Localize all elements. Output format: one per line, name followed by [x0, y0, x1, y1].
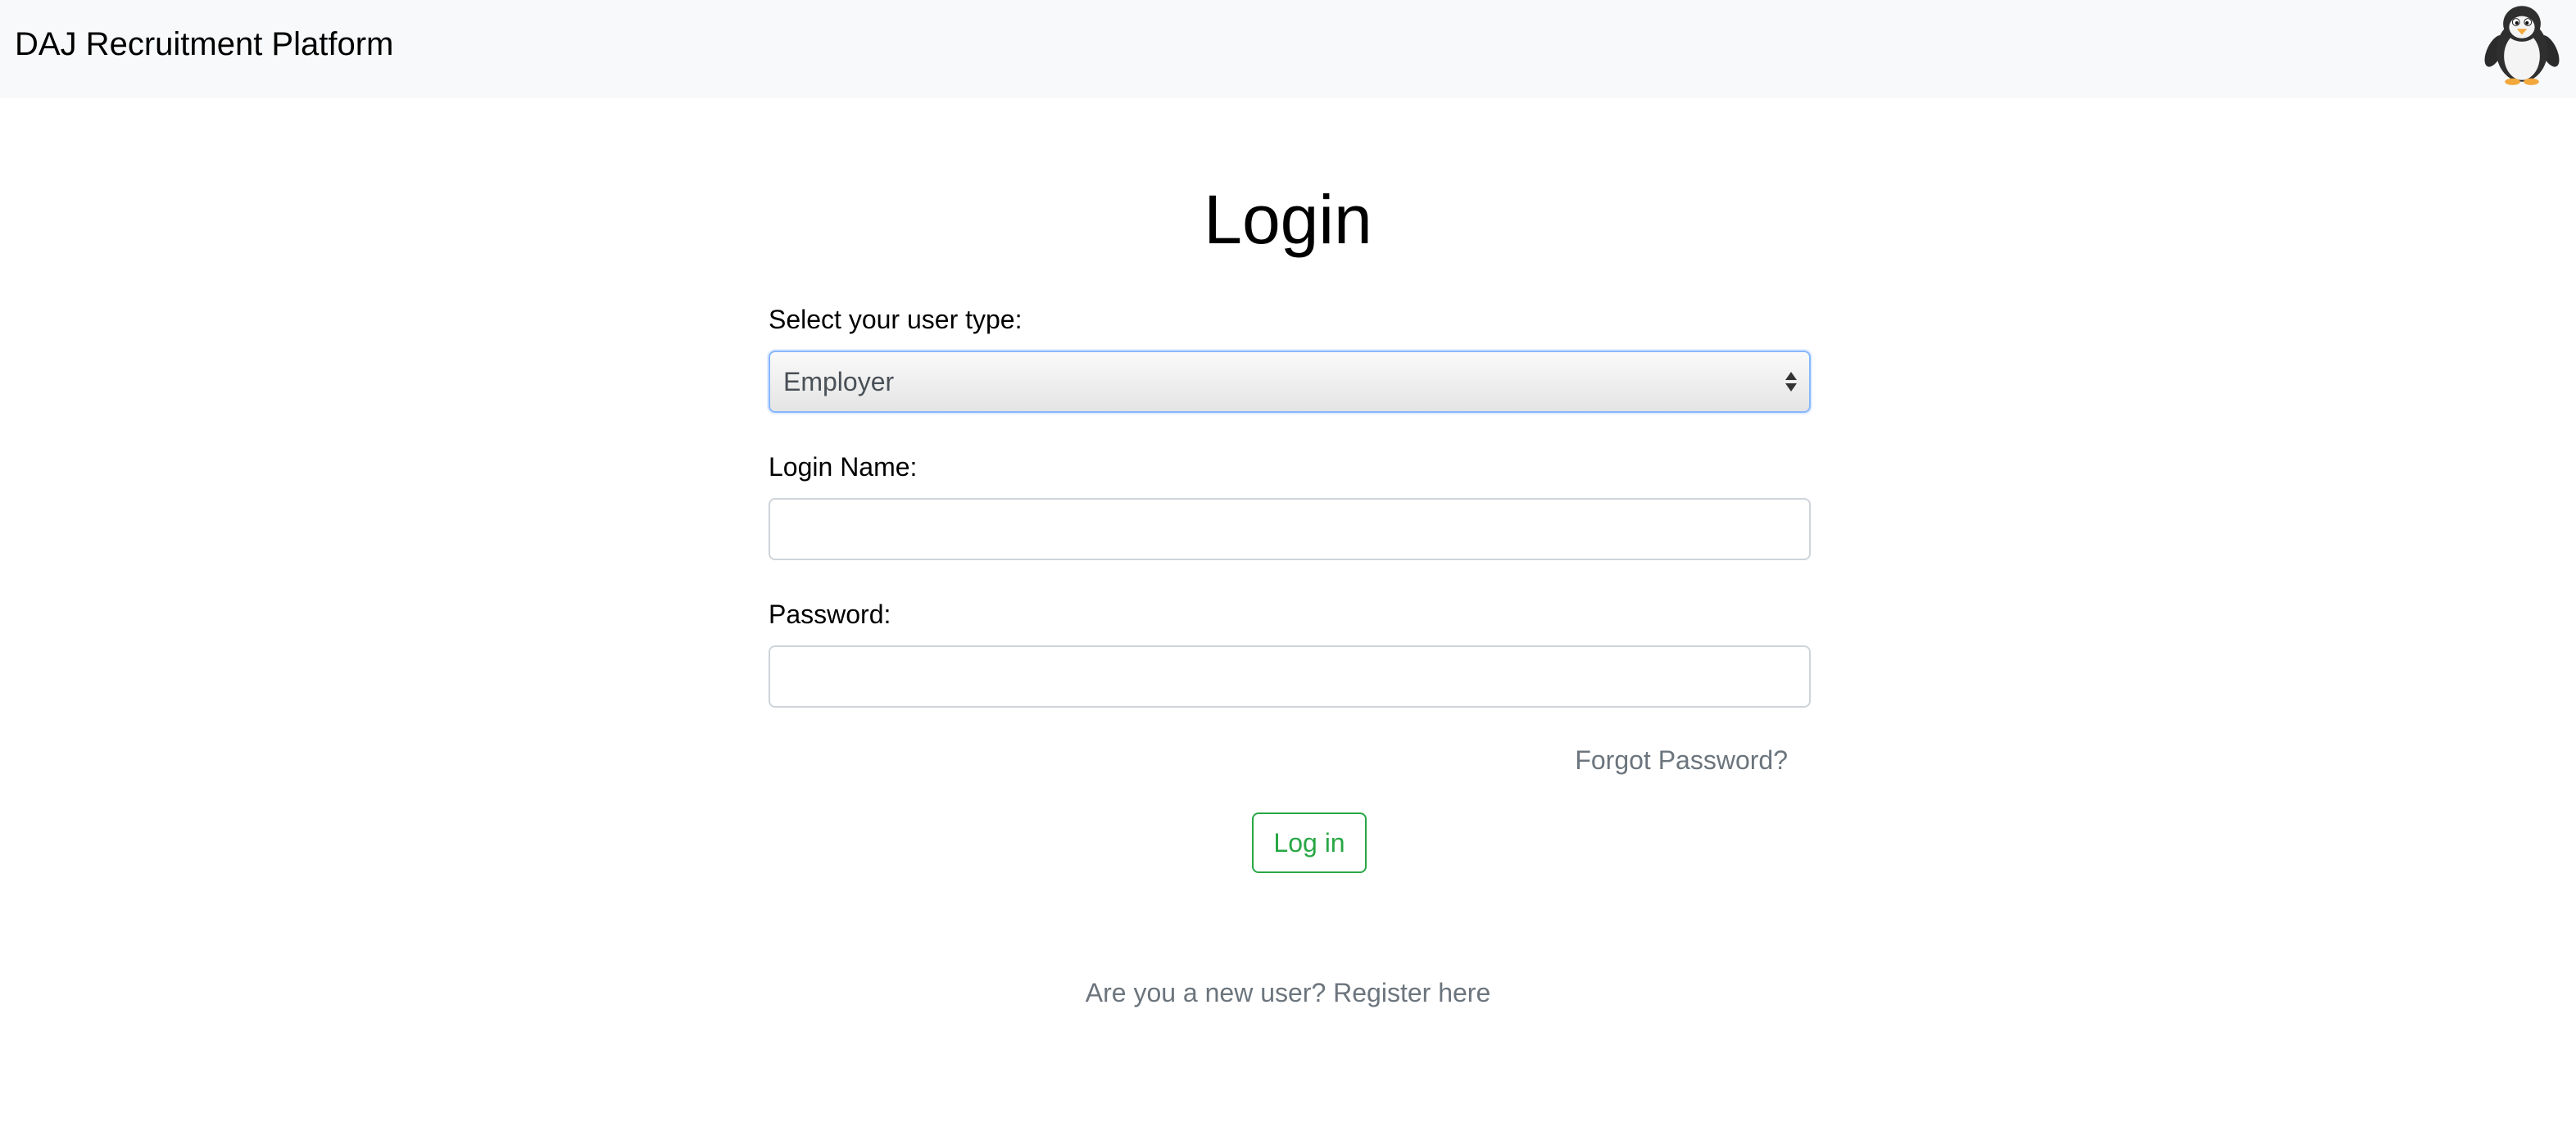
login-name-input[interactable] — [769, 498, 1811, 560]
password-label: Password: — [769, 600, 891, 629]
select-arrows-icon — [1783, 369, 1799, 395]
login-name-label: Login Name: — [769, 452, 918, 482]
password-input[interactable] — [769, 645, 1811, 708]
register-link[interactable]: Are you a new user? Register here — [0, 975, 2576, 1011]
login-button[interactable]: Log in — [1252, 812, 1367, 873]
page-title: Login — [1204, 181, 1372, 258]
navbar: DAJ Recruitment Platform — [0, 0, 2576, 98]
brand-link[interactable]: DAJ Recruitment Platform — [15, 21, 393, 67]
user-type-label: Select your user type: — [769, 305, 1023, 334]
user-type-select[interactable]: Employer — [769, 351, 1811, 413]
user-type-selected-value: Employer — [783, 367, 895, 396]
forgot-password-link[interactable]: Forgot Password? — [1575, 742, 1788, 778]
penguin-icon[interactable] — [2479, 2, 2565, 87]
